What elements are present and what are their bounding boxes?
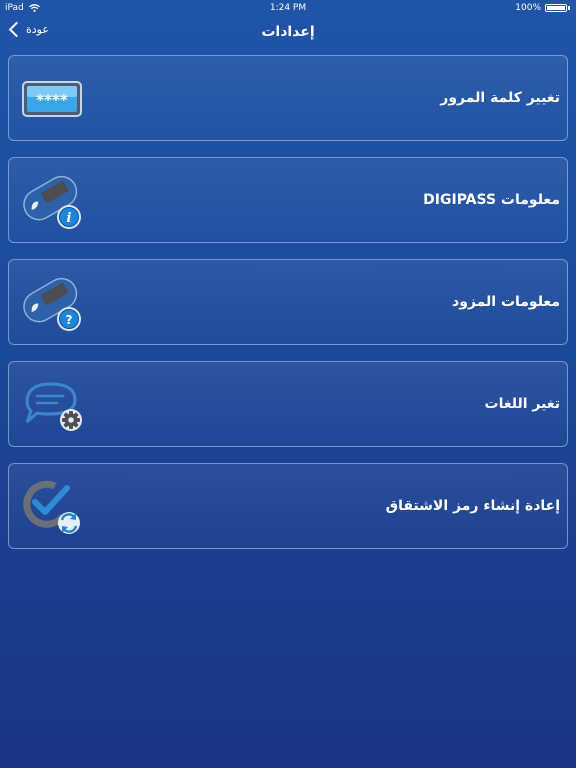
navigation-bar: إعدادات عودة: [0, 16, 576, 48]
svg-text:?: ?: [66, 313, 73, 327]
row-label: تغيير كلمة المرور: [440, 90, 560, 106]
svg-text:i: i: [67, 211, 72, 226]
row-label: معلومات DIGIPASS: [423, 192, 560, 208]
battery-icon: [545, 4, 567, 12]
row-label: معلومات المزود: [452, 294, 560, 310]
status-bar: iPad 1:24 PM 100%: [0, 0, 576, 16]
settings-list: تغيير كلمة المرور **** معلومات DIGIPASS …: [8, 55, 568, 565]
battery-percent: 100%: [515, 3, 541, 13]
settings-row-change-password[interactable]: تغيير كلمة المرور ****: [8, 55, 568, 141]
settings-row-regenerate-code[interactable]: إعادة إنشاء رمز الاشتقاق: [8, 463, 568, 549]
row-label: إعادة إنشاء رمز الاشتقاق: [385, 498, 560, 514]
back-label: عودة: [26, 23, 49, 36]
status-right: 100%: [515, 3, 570, 13]
status-time: 1:24 PM: [269, 3, 307, 13]
chevron-left-icon: [8, 21, 25, 38]
regenerate-code-icon: [23, 480, 80, 534]
settings-row-change-language[interactable]: تغير اللغات: [8, 361, 568, 447]
digipass-info-icon: i: [23, 175, 81, 229]
provider-info-icon: ?: [23, 277, 81, 331]
battery-tip: [568, 6, 570, 10]
svg-text:****: ****: [36, 91, 68, 109]
settings-row-provider-info[interactable]: معلومات المزود ?: [8, 259, 568, 345]
row-label: تغير اللغات: [484, 396, 560, 412]
page-title: إعدادات: [261, 24, 315, 40]
language-settings-icon: [25, 382, 82, 431]
back-button[interactable]: عودة: [8, 21, 49, 38]
settings-row-digipass-info[interactable]: معلومات DIGIPASS i: [8, 157, 568, 243]
password-icon: ****: [22, 81, 82, 117]
